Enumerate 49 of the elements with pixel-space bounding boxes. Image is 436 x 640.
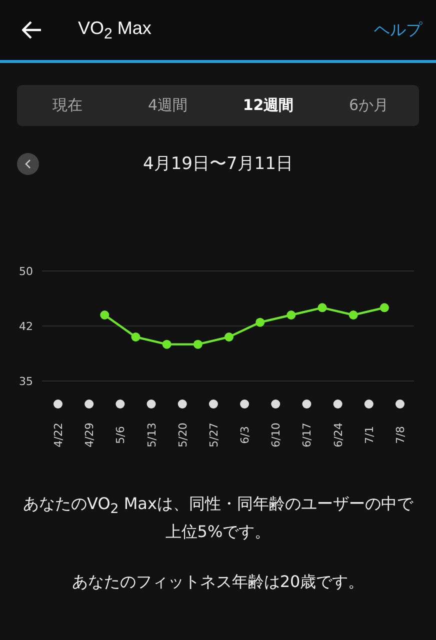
axis-label: 42	[19, 320, 33, 333]
back-arrow-icon	[22, 21, 42, 39]
data-point	[380, 303, 389, 312]
axis-label: 7/1	[362, 426, 376, 444]
data-point	[193, 340, 202, 349]
axis-label: 5/13	[145, 422, 158, 448]
axis-label: 4/29	[83, 422, 96, 448]
help-link[interactable]: ヘルプ	[374, 20, 422, 40]
tick-dot	[302, 400, 312, 408]
date-range: 4月19日〜7月11日	[142, 153, 294, 175]
axis-label: 6/24	[332, 422, 345, 448]
tick-dot	[116, 400, 125, 408]
period-tab[interactable]: 4週間	[118, 95, 218, 116]
tick-dot	[208, 400, 218, 408]
axis-label: 5/6	[114, 426, 128, 444]
axis-label: 7/8	[394, 426, 407, 444]
axis-label: 50	[19, 265, 33, 278]
tick-dot	[271, 400, 280, 408]
axis-label: 6/3	[238, 426, 252, 444]
previous-button[interactable]	[17, 152, 39, 174]
axis-label: 5/27	[207, 422, 220, 448]
data-point	[224, 332, 234, 342]
period-tab[interactable]: 6か月	[318, 95, 419, 116]
data-point	[348, 310, 358, 320]
data-point	[162, 340, 172, 349]
axis-label: 35	[19, 375, 33, 388]
data-point	[256, 318, 265, 327]
axis-label: 6/17	[300, 422, 314, 448]
axis-label: 6/10	[270, 422, 283, 448]
tick-dot	[364, 400, 374, 408]
tick-dot	[396, 400, 404, 408]
tick-dot	[240, 400, 250, 408]
summary-text: あなたのフィットネス年齢は20歳です。	[72, 571, 364, 594]
data-point	[131, 332, 140, 342]
period-tab[interactable]: 12週間	[218, 95, 318, 116]
tick-dot	[54, 400, 62, 408]
summary-text: あなたのVO$_{2}$ Maxは、同性・同年齢のユーザーの中で上位5%です。	[22, 493, 414, 544]
period-tab[interactable]: 現在	[17, 95, 118, 116]
tick-dot	[84, 400, 94, 408]
page-title: VO$_{2}$ Max	[78, 18, 152, 42]
data-point	[100, 310, 110, 320]
chevron-left-icon	[24, 158, 32, 168]
axis-label: 5/20	[176, 422, 190, 448]
axis-label: 4/22	[52, 422, 65, 448]
tick-dot	[333, 400, 342, 408]
data-point	[318, 303, 327, 312]
data-point	[286, 310, 296, 320]
tick-dot	[146, 400, 156, 408]
tick-dot	[178, 400, 187, 408]
